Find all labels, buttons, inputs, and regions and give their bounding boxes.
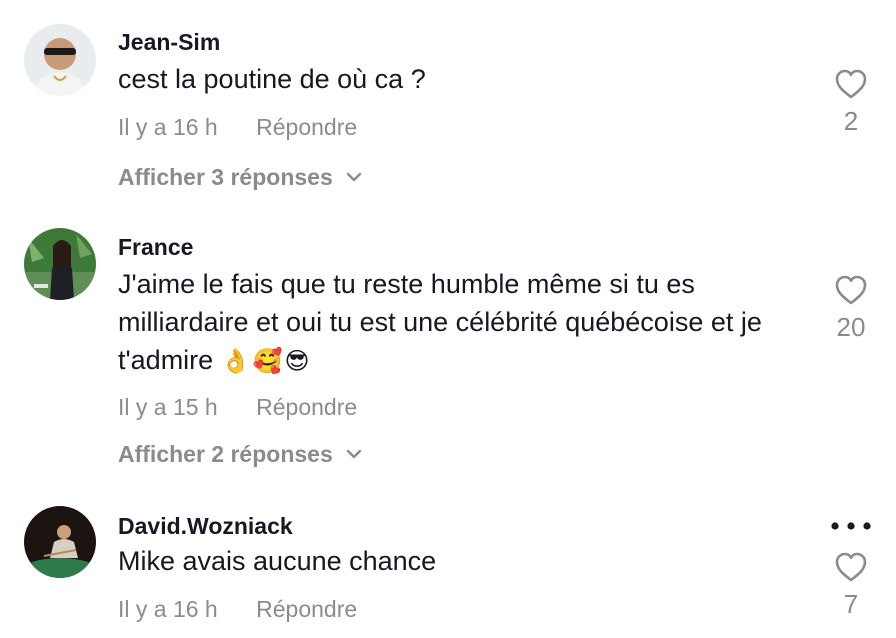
reply-button[interactable]: Répondre	[256, 394, 357, 420]
heart-icon	[835, 552, 867, 582]
comment-timestamp: Il y a 16 h	[118, 596, 218, 622]
view-replies-label: Afficher 2 réponses	[118, 441, 333, 467]
reply-button[interactable]: Répondre	[256, 596, 357, 622]
avatar[interactable]	[24, 24, 96, 96]
comment-timestamp: Il y a 15 h	[118, 394, 218, 420]
like-button[interactable]: 2	[820, 68, 882, 136]
like-button[interactable]: 7	[820, 551, 882, 619]
comment-text-body: J'aime le fais que tu reste humble même …	[118, 269, 762, 375]
reply-button[interactable]: Répondre	[256, 114, 357, 140]
comment-text: cest la poutine de où ca ?	[118, 64, 426, 94]
comment-username[interactable]: France	[118, 233, 193, 261]
view-replies-button[interactable]: Afficher 3 réponses	[118, 163, 363, 191]
heart-icon	[835, 275, 867, 305]
more-options-icon[interactable]	[830, 521, 872, 531]
comment-meta: Il y a 16 h Répondre	[118, 595, 357, 623]
like-count: 7	[843, 589, 859, 619]
view-replies-label: Afficher 3 réponses	[118, 164, 333, 190]
avatar[interactable]	[24, 506, 96, 578]
comment-username[interactable]: David.Wozniack	[118, 512, 293, 540]
like-count: 2	[843, 106, 859, 136]
like-button[interactable]: 20	[820, 274, 882, 342]
comment-text: J'aime le fais que tu reste humble même …	[118, 265, 818, 380]
emoji-reactions: 👌🥰😎	[220, 347, 312, 375]
comment-meta: Il y a 16 h Répondre	[118, 113, 357, 141]
chevron-down-icon	[346, 172, 361, 182]
comment-text: Mike avais aucune chance	[118, 546, 437, 576]
view-replies-button[interactable]: Afficher 2 réponses	[118, 440, 363, 468]
avatar[interactable]	[24, 228, 96, 300]
comment-username[interactable]: Jean-Sim	[118, 28, 220, 56]
like-count: 20	[836, 312, 866, 342]
comment-timestamp: Il y a 16 h	[118, 114, 218, 140]
heart-icon	[835, 69, 867, 99]
comment-meta: Il y a 15 h Répondre	[118, 393, 357, 421]
chevron-down-icon	[346, 449, 361, 459]
